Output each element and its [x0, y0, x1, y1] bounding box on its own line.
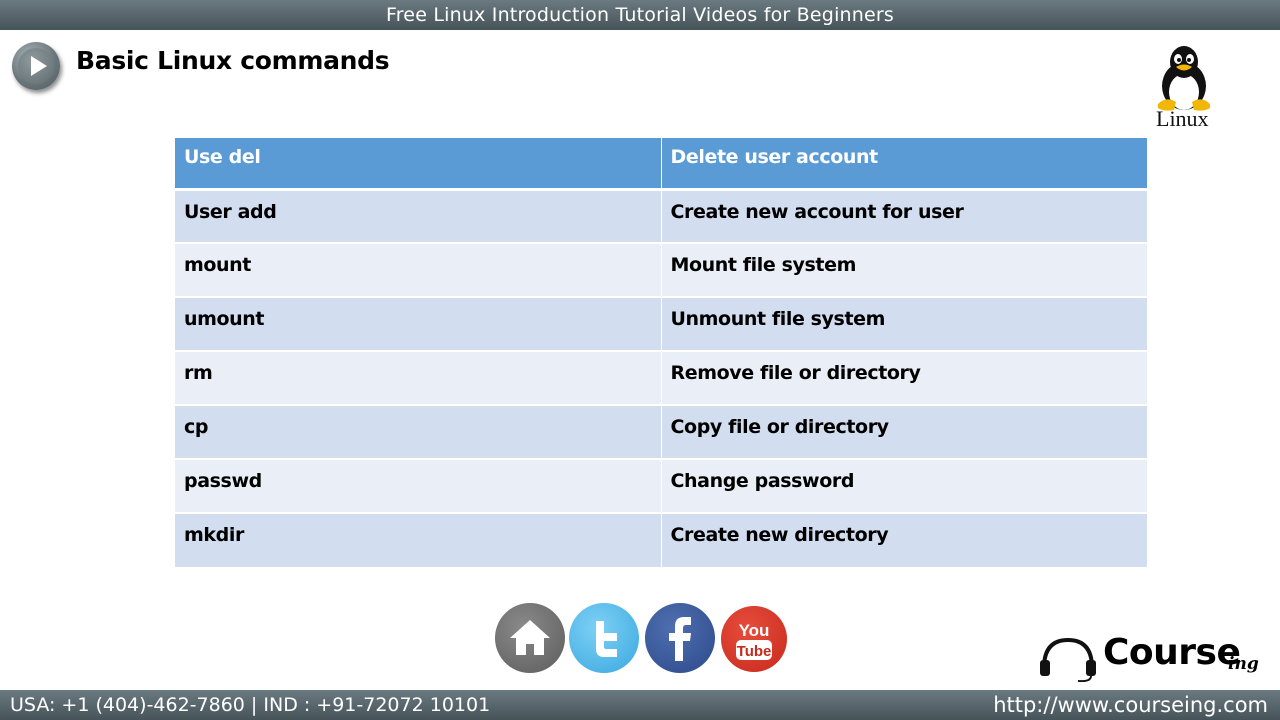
play-button[interactable] — [12, 42, 60, 90]
table-header-cell: Use del — [175, 138, 661, 189]
description-cell: Unmount file system — [660, 296, 1147, 351]
command-cell: mkdir — [175, 512, 661, 567]
table-row: umount Unmount file system — [175, 296, 1147, 351]
table-header-cell: Delete user account — [660, 138, 1147, 189]
command-cell: User add — [175, 187, 661, 243]
table-row: rm Remove file or directory — [175, 350, 1147, 405]
youtube-tube-text: Tube — [737, 643, 772, 660]
facebook-icon — [669, 617, 691, 661]
command-cell: rm — [175, 350, 661, 405]
table-header-row: Use del Delete user account — [175, 138, 1147, 189]
table-row: User add Create new account for user — [175, 187, 1147, 243]
contact-phone-text: USA: +1 (404)-462-7860 | IND : +91-72072… — [10, 694, 491, 716]
youtube-icon: You Tube — [736, 621, 772, 660]
description-cell: Create new directory — [660, 512, 1147, 567]
command-cell: mount — [175, 242, 661, 297]
banner-title: Free Linux Introduction Tutorial Videos … — [385, 4, 895, 26]
description-cell: Copy file or directory — [660, 404, 1147, 459]
description-cell: Remove file or directory — [660, 350, 1147, 405]
home-button[interactable] — [495, 603, 565, 673]
page-title: Basic Linux commands — [76, 46, 390, 75]
brand-name: Course — [1103, 632, 1241, 673]
twitter-button[interactable] — [569, 603, 639, 673]
table-row: cp Copy file or directory — [175, 404, 1147, 459]
top-banner: Free Linux Introduction Tutorial Videos … — [0, 0, 1280, 30]
facebook-button[interactable] — [645, 603, 715, 673]
command-cell: cp — [175, 404, 661, 459]
twitter-icon — [596, 621, 617, 657]
description-cell: Create new account for user — [660, 187, 1147, 243]
website-link[interactable]: http://www.courseing.com — [993, 690, 1268, 720]
commands-table: Use del Delete user account User add Cre… — [175, 138, 1147, 567]
brand-suffix: ing — [1228, 654, 1259, 674]
home-icon — [510, 620, 550, 655]
description-cell: Mount file system — [660, 242, 1147, 297]
description-cell: Change password — [660, 458, 1147, 513]
bottom-banner: USA: +1 (404)-462-7860 | IND : +91-72072… — [0, 690, 1280, 720]
play-icon — [31, 56, 47, 76]
youtube-button[interactable]: You Tube — [721, 606, 787, 672]
table-row: mount Mount file system — [175, 242, 1147, 297]
table-row: mkdir Create new directory — [175, 512, 1147, 567]
youtube-you-text: You — [739, 621, 770, 640]
table-row: passwd Change password — [175, 458, 1147, 513]
command-cell: passwd — [175, 458, 661, 513]
command-cell: umount — [175, 296, 661, 351]
linux-logo-text: Linux — [1156, 106, 1209, 131]
